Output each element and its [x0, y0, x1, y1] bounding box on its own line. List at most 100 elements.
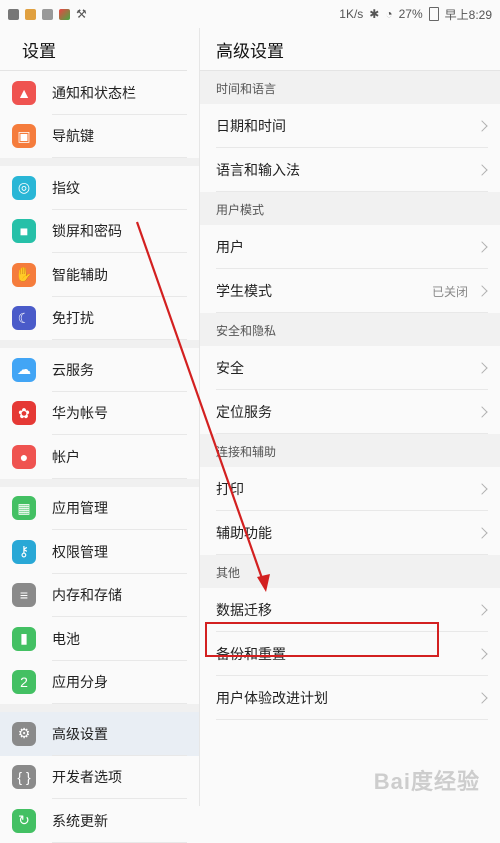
- sidebar-item[interactable]: ⚷ 权限管理: [0, 530, 199, 574]
- sidebar-item[interactable]: 2 应用分身: [0, 661, 199, 704]
- app-icon: [59, 8, 70, 20]
- sidebar-item[interactable]: ▦ 应用管理: [0, 487, 199, 530]
- settings-item[interactable]: 用户体验改进计划: [200, 676, 500, 720]
- wifi-icon: ◔: [385, 7, 393, 21]
- bluetooth-icon: ✱: [369, 7, 380, 21]
- section-header: 时间和语言: [200, 71, 500, 104]
- settings-item[interactable]: 辅助功能: [200, 511, 500, 555]
- app-twin-icon: 2: [12, 670, 36, 695]
- settings-item[interactable]: 安全: [200, 346, 500, 390]
- sidebar-item[interactable]: ■ 锁屏和密码: [0, 210, 199, 253]
- settings-item-value: 已关闭: [431, 284, 468, 299]
- divider: [52, 157, 187, 158]
- status-icons-left: ⚒: [8, 7, 87, 21]
- settings-item[interactable]: 定位服务: [200, 390, 500, 434]
- sidebar-item-label: 电池: [52, 630, 80, 647]
- settings-item-label: 用户体验改进计划: [216, 690, 328, 706]
- battery-percent: 27%: [398, 7, 423, 21]
- status-bar: ⚒ 1K/s ✱ ◔ 27% 早上8:29: [0, 0, 500, 28]
- advanced-settings-panel: 高级设置 时间和语言 日期和时间 语言和输入法 用户模式 用户学生模式 已关闭安全和隐私安…: [200, 28, 500, 806]
- key-icon: ⚷: [12, 539, 36, 564]
- group-gap: [0, 704, 199, 712]
- section-header: 用户模式: [200, 192, 500, 225]
- sidebar-item-label: 系统更新: [52, 812, 108, 829]
- storage-icon: ≡: [12, 583, 36, 608]
- update-icon: ↻: [12, 808, 36, 833]
- sidebar-item[interactable]: ◎ 指纹: [0, 166, 199, 210]
- chevron-right-icon: [476, 241, 488, 253]
- status-icons-right: 1K/s ✱ ◔ 27% 早上8:29: [339, 6, 492, 23]
- sidebar-list: ▲ 通知和状态栏 ▣ 导航键 ◎ 指纹 ■ 锁屏和密码 ✋ 智能辅助 ☾ 免打扰 ☁ 云服务 ✿ 华为帐号 ● 帐…: [0, 71, 199, 843]
- sidebar-item[interactable]: ● 帐户: [0, 435, 199, 479]
- settings-item[interactable]: 打印: [200, 467, 500, 511]
- section-header: 安全和隐私: [200, 313, 500, 346]
- sidebar-item-label: 帐户: [52, 448, 80, 465]
- sidebar-item[interactable]: ⚙ 高级设置: [0, 712, 199, 756]
- sidebar-item[interactable]: { } 开发者选项: [0, 756, 199, 799]
- sidebar-item-label: 高级设置: [52, 725, 108, 742]
- divider: [216, 191, 488, 192]
- settings-sidebar: 设置 ▲ 通知和状态栏 ▣ 导航键 ◎ 指纹 ■ 锁屏和密码 ✋ 智能辅助 ☾ 免打扰 ☁ 云服务 ✿ 华为帐…: [0, 28, 200, 843]
- settings-item[interactable]: 备份和重置: [200, 632, 500, 676]
- bell-icon: ▲: [12, 80, 36, 105]
- settings-item[interactable]: 学生模式 已关闭: [200, 269, 500, 313]
- sidebar-item-label: 华为帐号: [52, 405, 108, 422]
- chevron-right-icon: [476, 362, 488, 374]
- sidebar-item-label: 锁屏和密码: [52, 223, 122, 240]
- sidebar-item-label: 内存和存储: [52, 587, 122, 604]
- settings-item[interactable]: 语言和输入法: [200, 148, 500, 192]
- chevron-right-icon: [476, 692, 488, 704]
- settings-item[interactable]: 用户: [200, 225, 500, 269]
- settings-item-label: 备份和重置: [216, 646, 286, 662]
- message-icon: [42, 8, 53, 20]
- sidebar-title: 设置: [22, 41, 56, 61]
- settings-item[interactable]: 日期和时间: [200, 104, 500, 148]
- sidebar-item-label: 免打扰: [52, 310, 94, 327]
- sidebar-item[interactable]: ≡ 内存和存储: [0, 574, 199, 617]
- sidebar-item[interactable]: ✿ 华为帐号: [0, 392, 199, 435]
- gear-icon: ⚙: [12, 721, 36, 746]
- divider: [216, 554, 488, 555]
- sidebar-item[interactable]: ▮ 电池: [0, 617, 199, 661]
- account-icon: ●: [12, 444, 36, 469]
- sidebar-item-label: 应用分身: [52, 674, 108, 691]
- settings-item-label: 数据迁移: [216, 602, 272, 618]
- divider: [52, 841, 187, 843]
- battery-icon: ▮: [12, 626, 36, 651]
- settings-item-label: 学生模式: [216, 283, 272, 299]
- sidebar-item[interactable]: ▣ 导航键: [0, 115, 199, 158]
- network-speed: 1K/s: [339, 7, 364, 21]
- navigation-key-icon: ▣: [12, 124, 36, 149]
- sidebar-item[interactable]: ✋ 智能辅助: [0, 253, 199, 297]
- hand-icon: ✋: [12, 262, 36, 287]
- divider: [52, 477, 187, 479]
- panel-title: 高级设置: [200, 28, 500, 71]
- divider: [216, 312, 488, 313]
- lock-icon: ■: [12, 219, 36, 244]
- chevron-right-icon: [476, 285, 488, 297]
- settings-item-label: 定位服务: [216, 404, 272, 420]
- group-gap: [0, 340, 199, 348]
- sidebar-item[interactable]: ▲ 通知和状态栏: [0, 71, 199, 115]
- braces-icon: { }: [12, 765, 36, 790]
- settings-item[interactable]: 数据迁移: [200, 588, 500, 632]
- moon-icon: ☾: [12, 306, 36, 331]
- sidebar-item[interactable]: ☾ 免打扰: [0, 297, 199, 340]
- sidebar-item-label: 通知和状态栏: [52, 84, 136, 101]
- divider: [52, 339, 187, 340]
- apps-icon: ▦: [12, 496, 36, 521]
- watermark: Bai度经验: [373, 769, 480, 794]
- divider: [52, 703, 187, 704]
- sidebar-item[interactable]: ☁ 云服务: [0, 348, 199, 392]
- battery-icon: [428, 7, 439, 21]
- notification-icon: [8, 8, 19, 20]
- divider: [216, 719, 488, 720]
- chevron-right-icon: [476, 406, 488, 418]
- settings-item-label: 辅助功能: [216, 525, 272, 541]
- key-icon: ⚒: [76, 7, 87, 21]
- cloud-icon: ☁: [12, 357, 36, 382]
- sidebar-item-label: 指纹: [52, 179, 80, 196]
- chevron-right-icon: [476, 120, 488, 132]
- chevron-right-icon: [476, 648, 488, 660]
- sidebar-item-label: 智能辅助: [52, 266, 108, 283]
